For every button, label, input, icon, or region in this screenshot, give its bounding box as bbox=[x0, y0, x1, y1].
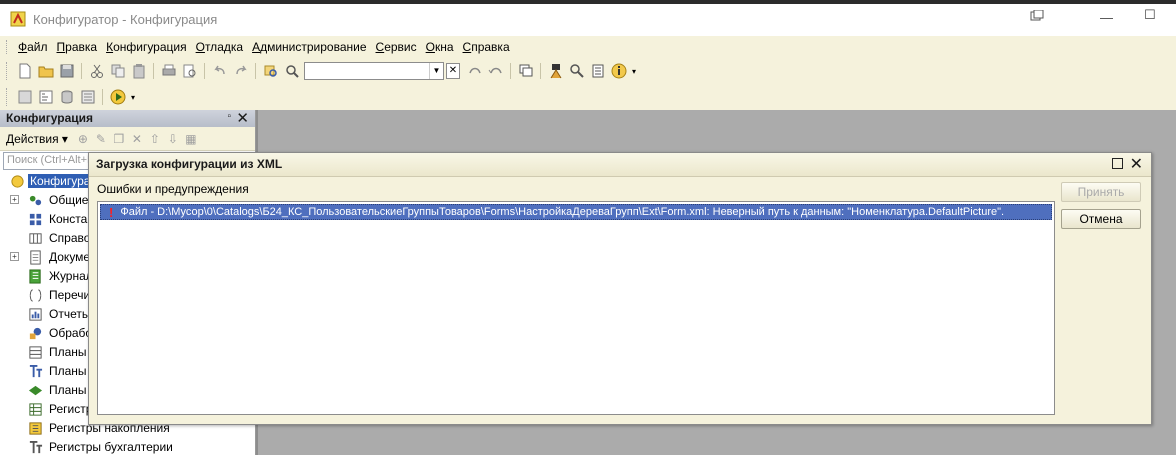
restore-window-icon[interactable] bbox=[1030, 9, 1044, 25]
copy-item-icon[interactable]: ❐ bbox=[110, 130, 128, 148]
dialog-title-bar: Загрузка конфигурации из XML ✕ bbox=[89, 153, 1151, 177]
tree-item-accounting-registers[interactable]: Регистры бухгалтерии bbox=[0, 438, 255, 455]
find-prev-icon[interactable] bbox=[485, 61, 506, 81]
char-plans-icon bbox=[28, 345, 43, 360]
expand-icon[interactable]: + bbox=[10, 195, 19, 204]
title-bar: Конфигуратор - Конфигурация — ☐ bbox=[0, 0, 1176, 36]
menu-file[interactable]: Файл bbox=[18, 40, 48, 54]
move-down-icon[interactable]: ⇩ bbox=[164, 130, 182, 148]
menu-administration[interactable]: Администрирование bbox=[252, 40, 366, 54]
toolbar-grip[interactable] bbox=[6, 62, 9, 80]
expand-icon[interactable]: + bbox=[10, 252, 19, 261]
chevron-down-icon[interactable]: ▼ bbox=[429, 63, 443, 79]
clear-search-icon[interactable]: ✕ bbox=[446, 63, 460, 79]
close-icon[interactable]: ✕ bbox=[236, 109, 249, 127]
help-search-icon[interactable] bbox=[566, 61, 587, 81]
print-icon[interactable] bbox=[158, 61, 179, 81]
redo-icon[interactable] bbox=[230, 61, 251, 81]
maximize-button[interactable]: ☐ bbox=[1144, 7, 1156, 23]
accum-registers-icon bbox=[28, 421, 43, 436]
open-folder-icon[interactable] bbox=[35, 61, 56, 81]
database-icon[interactable] bbox=[56, 87, 77, 107]
actions-menu-button[interactable]: Действия ▾ bbox=[6, 132, 68, 146]
configuration-toolbar: ▾ bbox=[14, 85, 138, 109]
load-config-dialog: Загрузка конфигурации из XML ✕ Ошибки и … bbox=[88, 152, 1152, 425]
panel-toolbar: Действия ▾ ⊕ ✎ ❐ ✕ ⇧ ⇩ ▦ bbox=[0, 127, 255, 151]
panel-header: Конфигурация ▫ ✕ bbox=[0, 110, 255, 127]
calc-plans-icon bbox=[28, 383, 43, 398]
find-in-tree-icon[interactable] bbox=[260, 61, 281, 81]
errors-label: Ошибки и предупреждения bbox=[97, 182, 249, 196]
maximize-icon[interactable] bbox=[1112, 158, 1123, 169]
menu-bar: Файл Правка Конфигурация Отладка Админис… bbox=[0, 36, 519, 57]
delete-icon[interactable]: ✕ bbox=[128, 130, 146, 148]
close-icon[interactable]: ✕ bbox=[1130, 154, 1143, 174]
cancel-button[interactable]: Отмена bbox=[1061, 209, 1141, 229]
enums-icon bbox=[28, 288, 43, 303]
accept-button[interactable]: Принять bbox=[1061, 182, 1141, 202]
main-chrome: Файл Правка Конфигурация Отладка Админис… bbox=[0, 36, 1176, 110]
constants-icon bbox=[28, 212, 43, 227]
minimize-button[interactable]: — bbox=[1100, 10, 1113, 25]
documents-icon bbox=[28, 250, 43, 265]
common-icon bbox=[28, 193, 43, 208]
menu-configuration[interactable]: Конфигурация bbox=[106, 40, 187, 54]
new-document-icon[interactable] bbox=[14, 61, 35, 81]
config-icon bbox=[10, 174, 25, 189]
processing-icon bbox=[28, 326, 43, 341]
info-icon[interactable] bbox=[608, 61, 629, 81]
syntax-helper-icon[interactable] bbox=[545, 61, 566, 81]
paste-icon[interactable] bbox=[128, 61, 149, 81]
search-icon[interactable] bbox=[281, 61, 302, 81]
config-tree-icon[interactable] bbox=[35, 87, 56, 107]
open-configuration-icon[interactable] bbox=[14, 87, 35, 107]
menu-windows[interactable]: Окна bbox=[426, 40, 454, 54]
menu-debug[interactable]: Отладка bbox=[196, 40, 243, 54]
cut-icon[interactable] bbox=[86, 61, 107, 81]
errors-list[interactable]: ! Файл - D:\Мусор\0\Catalogs\Б24_КС_Поль… bbox=[97, 201, 1055, 415]
app-icon bbox=[10, 11, 26, 27]
info-registers-icon bbox=[28, 402, 43, 417]
toolbar2-overflow-icon[interactable]: ▾ bbox=[128, 87, 138, 107]
dialog-title: Загрузка конфигурации из XML bbox=[96, 157, 283, 171]
compare-icon[interactable] bbox=[77, 87, 98, 107]
standard-toolbar: ▼ ✕ ▾ bbox=[14, 59, 639, 83]
journals-icon bbox=[28, 269, 43, 284]
edit-icon[interactable]: ✎ bbox=[92, 130, 110, 148]
window-title: Конфигуратор - Конфигурация bbox=[33, 12, 218, 27]
pin-icon[interactable]: ▫ bbox=[227, 111, 231, 122]
debug-start-icon[interactable] bbox=[107, 87, 128, 107]
menu-help[interactable]: Справка bbox=[463, 40, 510, 54]
reports-icon bbox=[28, 307, 43, 322]
accounts-plans-icon bbox=[28, 364, 43, 379]
toolbar-overflow-icon[interactable]: ▾ bbox=[629, 61, 639, 81]
error-icon: ! bbox=[109, 204, 114, 220]
properties-icon[interactable]: ▦ bbox=[182, 130, 200, 148]
list-item[interactable]: ! Файл - D:\Мусор\0\Catalogs\Б24_КС_Поль… bbox=[100, 204, 1052, 220]
menu-edit[interactable]: Правка bbox=[57, 40, 98, 54]
windows-icon[interactable] bbox=[515, 61, 536, 81]
save-icon[interactable] bbox=[56, 61, 77, 81]
find-next-icon[interactable] bbox=[464, 61, 485, 81]
panel-title: Конфигурация bbox=[6, 111, 94, 125]
accounting-registers-icon bbox=[28, 440, 43, 455]
catalogs-icon bbox=[28, 231, 43, 246]
undo-icon[interactable] bbox=[209, 61, 230, 81]
move-up-icon[interactable]: ⇧ bbox=[146, 130, 164, 148]
search-combo[interactable]: ▼ bbox=[304, 62, 444, 80]
copy-icon[interactable] bbox=[107, 61, 128, 81]
print-preview-icon[interactable] bbox=[179, 61, 200, 81]
add-icon[interactable]: ⊕ bbox=[74, 130, 92, 148]
menu-service[interactable]: Сервис bbox=[376, 40, 417, 54]
toolbar2-grip[interactable] bbox=[6, 88, 9, 106]
error-message: Файл - D:\Мусор\0\Catalogs\Б24_КС_Пользо… bbox=[120, 206, 1005, 218]
help-contents-icon[interactable] bbox=[587, 61, 608, 81]
